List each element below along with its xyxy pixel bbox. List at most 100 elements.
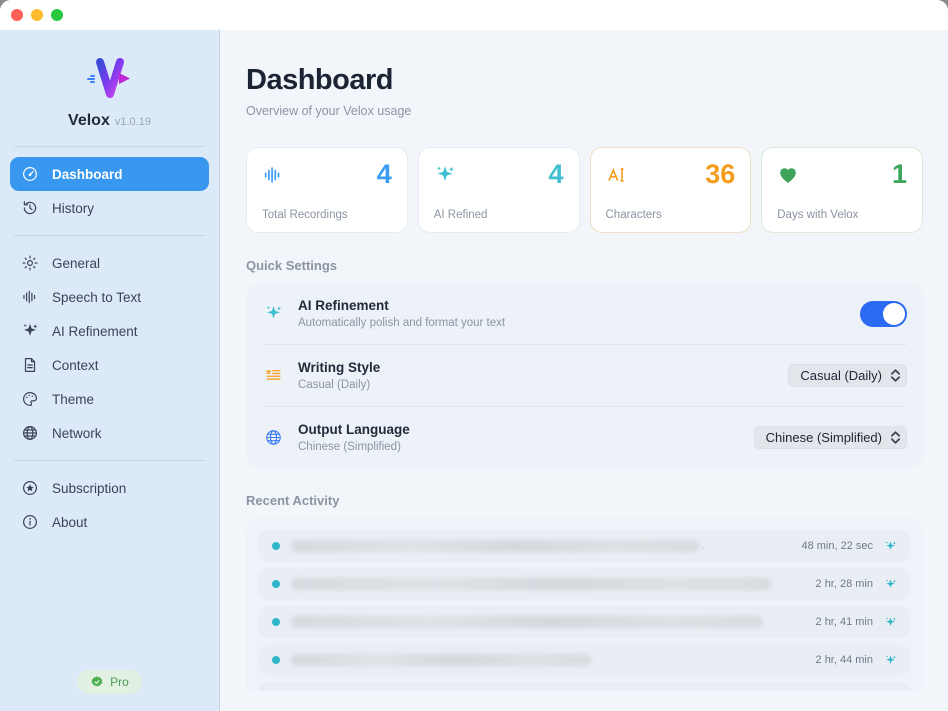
activity-list-item[interactable]: 2 hr, 41 min [259, 606, 910, 638]
setting-title: AI Refinement [298, 298, 505, 313]
sidebar-item-speech-to-text[interactable]: Speech to Text [10, 280, 209, 314]
sparkles-icon [434, 164, 456, 186]
chevron-up-down-icon [891, 431, 900, 444]
output-language-select[interactable]: Chinese (Simplified) [754, 426, 907, 449]
chevron-up-down-icon [891, 369, 900, 382]
redacted-text-bar [291, 654, 591, 666]
stat-card-ai-refined: 4 AI Refined [418, 147, 580, 233]
sidebar-item-label: Network [52, 426, 102, 441]
redacted-suffix: . [702, 541, 705, 552]
waveform-icon [20, 288, 39, 307]
sparkles-icon [884, 616, 897, 629]
sidebar-nav: Dashboard History [0, 157, 219, 225]
sidebar-item-network[interactable]: Network [10, 416, 209, 450]
heart-icon [777, 164, 799, 186]
velox-logo-icon [83, 56, 137, 102]
pro-badge-label: Pro [110, 675, 129, 689]
activity-duration: 2 hr, 28 min [816, 578, 873, 590]
stat-card-days-with-velox: 1 Days with Velox [761, 147, 923, 233]
app-version: v1.0.19 [115, 116, 151, 128]
activity-duration: 2 hr, 44 min [816, 654, 873, 666]
document-icon [20, 356, 39, 375]
status-dot [272, 542, 280, 550]
sidebar-item-label: Subscription [52, 481, 126, 496]
gear-icon [20, 254, 39, 273]
stat-value: 4 [377, 161, 392, 188]
setting-row-output-language: Output Language Chinese (Simplified) Chi… [262, 406, 907, 468]
status-dot [272, 618, 280, 626]
quote-lines-icon [262, 366, 284, 385]
sparkles-icon [884, 654, 897, 667]
sidebar-item-about[interactable]: About [10, 505, 209, 539]
sidebar-item-label: General [52, 256, 100, 271]
minimize-window-button[interactable] [31, 9, 43, 21]
redacted-text-bar [291, 616, 763, 628]
activity-duration: 48 min, 22 sec [801, 540, 873, 552]
info-icon [20, 513, 39, 532]
select-value: Chinese (Simplified) [766, 430, 882, 445]
sidebar-item-history[interactable]: History [10, 191, 209, 225]
status-dot [272, 656, 280, 664]
stat-value: 4 [548, 161, 563, 188]
gauge-icon [20, 165, 39, 184]
activity-list-item[interactable]: 2 hr, 28 min [259, 568, 910, 600]
pro-badge[interactable]: Pro [77, 670, 142, 694]
sparkles-icon [884, 540, 897, 553]
seal-check-icon [90, 675, 104, 689]
setting-subtitle: Automatically polish and format your tex… [298, 317, 505, 329]
star-circle-icon [20, 479, 39, 498]
sidebar-nav-meta: Subscription About [0, 471, 219, 539]
character-cursor-icon [606, 164, 628, 186]
sidebar: Velox v1.0.19 Dashboard History [0, 30, 220, 711]
stat-label: AI Refined [434, 209, 564, 221]
recent-activity-heading: Recent Activity [246, 493, 923, 508]
sidebar-item-label: About [52, 515, 87, 530]
sidebar-divider [14, 235, 205, 236]
setting-title: Output Language [298, 422, 410, 437]
waveform-icon [262, 164, 284, 186]
status-dot [272, 580, 280, 588]
main-content: Dashboard Overview of your Velox usage 4… [220, 30, 948, 711]
sidebar-item-general[interactable]: General [10, 246, 209, 280]
sidebar-divider [14, 460, 205, 461]
app-window: Velox v1.0.19 Dashboard History [0, 0, 948, 711]
select-value: Casual (Daily) [800, 368, 882, 383]
quick-settings-panel: AI Refinement Automatically polish and f… [246, 283, 923, 468]
sidebar-item-label: AI Refinement [52, 324, 138, 339]
toggle-knob [883, 303, 905, 325]
redacted-text-bar [291, 540, 699, 552]
stat-label: Total Recordings [262, 209, 392, 221]
app-name: Velox [68, 112, 110, 130]
stat-card-total-recordings: 4 Total Recordings [246, 147, 408, 233]
app-logo-block: Velox v1.0.19 [0, 30, 219, 130]
close-window-button[interactable] [11, 9, 23, 21]
stat-value: 1 [892, 161, 907, 188]
setting-title: Writing Style [298, 360, 380, 375]
activity-duration: 2 hr, 41 min [816, 616, 873, 628]
palette-icon [20, 390, 39, 409]
sidebar-item-label: Theme [52, 392, 94, 407]
stats-row: 4 Total Recordings 4 AI Refined [246, 147, 923, 233]
writing-style-select[interactable]: Casual (Daily) [788, 364, 907, 387]
activity-list-item[interactable]: . 48 min, 22 sec [259, 530, 910, 562]
ai-refinement-toggle[interactable] [860, 301, 907, 327]
page-title: Dashboard [246, 64, 923, 97]
setting-subtitle: Chinese (Simplified) [298, 441, 410, 453]
sidebar-item-context[interactable]: Context [10, 348, 209, 382]
setting-row-ai-refinement: AI Refinement Automatically polish and f… [262, 283, 907, 344]
history-icon [20, 199, 39, 218]
sidebar-item-subscription[interactable]: Subscription [10, 471, 209, 505]
sidebar-item-label: Speech to Text [52, 290, 141, 305]
sidebar-nav-settings: General Speech to Text AI Refinement Con… [0, 246, 219, 450]
sidebar-item-label: Dashboard [52, 167, 123, 182]
quick-settings-heading: Quick Settings [246, 258, 923, 273]
sidebar-divider [14, 146, 205, 147]
activity-list-item-partial[interactable] [259, 682, 910, 691]
activity-list-item[interactable]: 2 hr, 44 min [259, 644, 910, 676]
sidebar-item-theme[interactable]: Theme [10, 382, 209, 416]
stat-card-characters: 36 Characters [590, 147, 752, 233]
zoom-window-button[interactable] [51, 9, 63, 21]
sidebar-item-dashboard[interactable]: Dashboard [10, 157, 209, 191]
sidebar-item-ai-refinement[interactable]: AI Refinement [10, 314, 209, 348]
recent-activity-panel: . 48 min, 22 sec 2 hr, 28 min 2 hr, 41 m… [246, 518, 923, 691]
